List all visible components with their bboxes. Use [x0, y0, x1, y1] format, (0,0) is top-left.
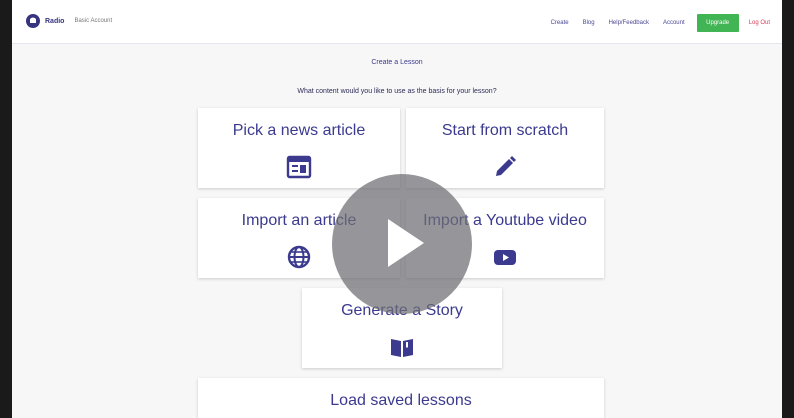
- nav-create-link[interactable]: Create: [551, 20, 569, 26]
- card-label: Pick a news article: [232, 122, 366, 139]
- video-frame-border-right: [782, 0, 794, 418]
- play-icon: [388, 219, 424, 267]
- nav-links: Create Blog Help/Feedback Account Upgrad…: [537, 14, 770, 32]
- logout-link[interactable]: Log Out: [749, 20, 770, 26]
- nav-account-link[interactable]: Account: [663, 20, 685, 26]
- nav-blog-link[interactable]: Blog: [583, 20, 595, 26]
- page-question: What content would you like to use as th…: [297, 88, 497, 95]
- start-from-scratch-card[interactable]: Start from scratch: [406, 108, 604, 188]
- top-navigation-bar: Radio Basic Account Create Blog Help/Fee…: [12, 0, 782, 44]
- logo-icon: [26, 14, 40, 28]
- pick-news-article-card[interactable]: Pick a news article: [198, 108, 400, 188]
- brand-logo[interactable]: Radio Basic Account: [26, 14, 112, 28]
- page-title: Create a Lesson: [371, 59, 423, 66]
- card-label: Start from scratch: [441, 122, 569, 139]
- upgrade-button[interactable]: Upgrade: [696, 14, 739, 32]
- nav-help-feedback-link[interactable]: Help/Feedback: [609, 20, 649, 26]
- open-book-icon: [389, 334, 415, 360]
- load-saved-lessons-card[interactable]: Load saved lessons: [198, 378, 604, 418]
- card-label: Load saved lessons: [330, 392, 472, 409]
- globe-icon: [286, 244, 312, 270]
- video-frame-border-left: [0, 0, 12, 418]
- account-type-label: Basic Account: [74, 18, 113, 24]
- news-article-icon: [286, 154, 312, 180]
- video-play-button[interactable]: [332, 174, 472, 314]
- pencil-icon: [492, 154, 518, 180]
- youtube-icon: [492, 244, 518, 270]
- video-frame: Radio Basic Account Create Blog Help/Fee…: [12, 0, 782, 418]
- logo-text: Radio: [45, 17, 65, 25]
